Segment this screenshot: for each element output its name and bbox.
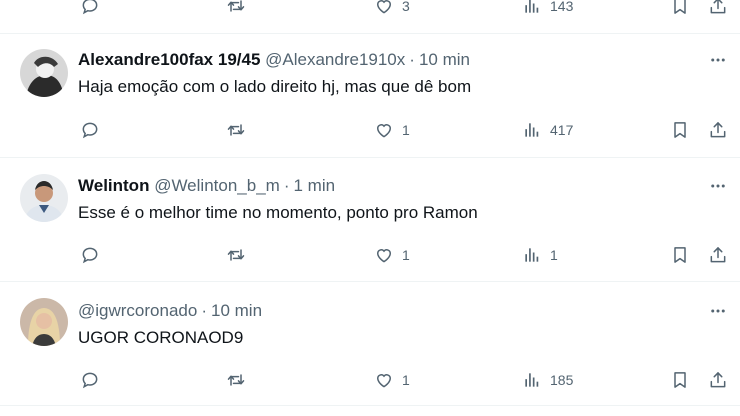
share-button[interactable] — [708, 0, 728, 17]
view-count: 1 — [550, 247, 558, 263]
view-count: 185 — [550, 372, 574, 388]
views-icon — [522, 370, 542, 390]
like-count: 1 — [402, 122, 410, 138]
views-icon — [522, 0, 542, 16]
retweet-button[interactable] — [226, 244, 246, 266]
post-text: Haja emoção com o lado direito hj, mas q… — [78, 77, 472, 96]
heart-icon — [374, 370, 394, 390]
retweet-button[interactable] — [226, 0, 246, 17]
views-button[interactable]: 1 — [522, 244, 558, 266]
share-icon — [708, 120, 728, 140]
post-header: Welinton @Welinton_b_m · 1 min — [78, 176, 335, 196]
like-count: 1 — [402, 372, 410, 388]
post-text: Esse é o melhor time no momento, ponto p… — [78, 203, 478, 222]
share-button[interactable] — [708, 369, 728, 391]
share-button[interactable] — [708, 119, 728, 141]
more-button[interactable] — [708, 301, 728, 321]
views-icon — [522, 120, 542, 140]
post-header: @igwrcoronado · 10 min — [78, 301, 262, 321]
more-icon — [709, 302, 727, 320]
bookmark-button[interactable] — [670, 0, 690, 17]
divider — [0, 157, 740, 158]
display-name[interactable]: Welinton — [78, 176, 149, 195]
retweet-icon — [226, 0, 246, 16]
post-header: Alexandre100fax 19/45 @Alexandre1910x · 10… — [78, 50, 470, 70]
reply-button[interactable] — [80, 369, 100, 391]
retweet-icon — [226, 120, 246, 140]
post-time[interactable]: 10 min — [419, 50, 470, 69]
like-button[interactable]: 1 — [374, 244, 410, 266]
bookmark-icon — [670, 370, 690, 390]
separator-dot: · — [409, 50, 415, 69]
heart-icon — [374, 245, 394, 265]
bookmark-icon — [670, 245, 690, 265]
display-name[interactable]: Alexandre100fax 19/45 — [78, 50, 260, 69]
bookmark-button[interactable] — [670, 244, 690, 266]
retweet-button[interactable] — [226, 369, 246, 391]
separator-dot: · — [283, 176, 290, 195]
avatar[interactable] — [20, 174, 68, 222]
retweet-icon — [226, 370, 246, 390]
views-icon — [522, 245, 542, 265]
retweet-button[interactable] — [226, 119, 246, 141]
share-button[interactable] — [708, 244, 728, 266]
post-actions: 1 1 — [78, 244, 730, 266]
reply-icon — [80, 0, 100, 16]
views-button[interactable]: 185 — [522, 369, 573, 391]
reply-icon — [80, 245, 100, 265]
bookmark-icon — [670, 120, 690, 140]
like-button[interactable]: 1 — [374, 369, 410, 391]
like-button[interactable]: 3 — [374, 0, 410, 17]
reply-button[interactable] — [80, 0, 100, 17]
more-icon — [709, 51, 727, 69]
user-handle[interactable]: @Alexandre1910x — [265, 50, 405, 69]
reply-icon — [80, 120, 100, 140]
like-count: 1 — [402, 247, 410, 263]
bookmark-button[interactable] — [670, 369, 690, 391]
view-count: 417 — [550, 122, 574, 138]
post-time[interactable]: 10 min — [211, 301, 262, 320]
post-actions: 1 185 — [78, 369, 730, 391]
share-icon — [708, 370, 728, 390]
reply-button[interactable] — [80, 119, 100, 141]
more-button[interactable] — [708, 50, 728, 70]
post-actions: 1 417 — [78, 119, 730, 141]
user-handle[interactable]: @igwrcoronado — [78, 301, 197, 320]
divider — [0, 33, 740, 34]
views-button[interactable]: 417 — [522, 119, 573, 141]
bookmark-icon — [670, 0, 690, 16]
like-button[interactable]: 1 — [374, 119, 410, 141]
bookmark-button[interactable] — [670, 119, 690, 141]
avatar[interactable] — [20, 298, 68, 346]
heart-icon — [374, 0, 394, 16]
more-button[interactable] — [708, 176, 728, 196]
post-actions-partial: 3 143 — [78, 0, 730, 17]
separator-dot: · — [201, 301, 207, 320]
user-handle[interactable]: @Welinton_b_m — [154, 176, 280, 195]
divider — [0, 281, 740, 282]
retweet-icon — [226, 245, 246, 265]
post-time[interactable]: 1 min — [293, 176, 335, 195]
share-icon — [708, 0, 728, 16]
share-icon — [708, 245, 728, 265]
like-count: 3 — [402, 0, 410, 14]
divider — [0, 405, 740, 406]
heart-icon — [374, 120, 394, 140]
views-button[interactable]: 143 — [522, 0, 573, 17]
reply-icon — [80, 370, 100, 390]
post-text: UGOR CORONAOD9 — [78, 328, 244, 347]
more-icon — [709, 177, 727, 195]
view-count: 143 — [550, 0, 574, 14]
reply-button[interactable] — [80, 244, 100, 266]
avatar[interactable] — [20, 49, 68, 97]
